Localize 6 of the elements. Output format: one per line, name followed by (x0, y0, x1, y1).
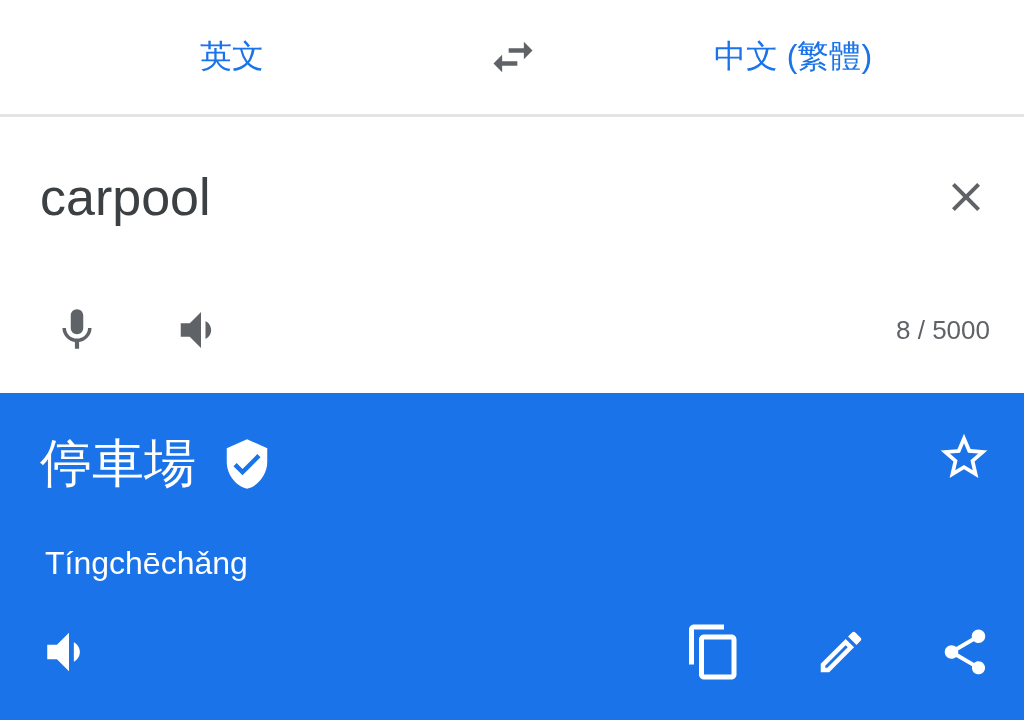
input-field[interactable]: carpool (40, 167, 211, 227)
source-language-button[interactable]: 英文 (192, 31, 272, 83)
translation-text: 停車場 (40, 433, 196, 494)
romanization-text: Tíngchēchǎng (45, 545, 249, 582)
target-language-button[interactable]: 中文 (繁體) (705, 31, 881, 83)
character-count: 8 / 5000 (896, 314, 990, 346)
